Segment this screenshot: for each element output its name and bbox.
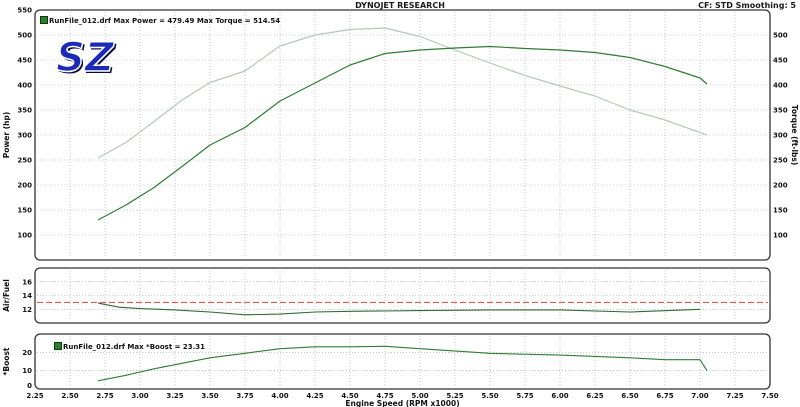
power-tick-label: 200 [17,182,32,190]
x-tick-label: 3.00 [131,392,148,400]
airfuel-tick-label: 16 [22,278,32,286]
power-tick-label: 350 [17,107,32,115]
legend-power-torque-text: RunFile_012.drf Max Power = 479.49 Max T… [49,17,281,25]
legend-power-torque: RunFile_012.drf Max Power = 479.49 Max T… [40,16,280,25]
x-tick-label: 3.75 [236,392,253,400]
torque-tick-label: 200 [773,182,788,190]
torque-tick-label: 150 [773,207,788,215]
boost-tick-label: 10 [22,367,32,375]
chart-panels [34,9,771,390]
x-tick-label: 7.50 [761,392,778,400]
power-tick-label: 250 [17,157,32,165]
torque-tick-label: 500 [773,32,788,40]
torque-tick-label: 400 [773,82,788,90]
axis-label-boost: *Boost [2,347,11,375]
x-tick-label: 3.25 [166,392,183,400]
x-tick-label: 2.75 [96,392,113,400]
power-tick-label: 500 [17,32,32,40]
axis-label-torque: Torque (ft-lbs) [790,105,799,166]
legend-swatch [40,16,48,24]
legend-boost-text: RunFile_012.drf Max *Boost = 23.31 [63,343,206,351]
x-tick-label: 6.75 [656,392,673,400]
power-tick-label: 100 [17,232,32,240]
x-tick-label: 7.25 [726,392,743,400]
boost-tick-label: 0 [27,382,32,390]
boost-tick-label: 20 [22,349,32,357]
power-tick-label: 300 [17,132,32,140]
chart-header-title: DYNOJET RESEARCH [355,1,445,10]
axis-label-power: Power (hp) [2,112,11,159]
torque-tick-label: 450 [773,57,788,65]
x-tick-label: 6.25 [586,392,603,400]
x-tick-label: 5.75 [516,392,533,400]
x-tick-label: 4.00 [271,392,288,400]
airfuel-tick-label: 12 [22,306,32,314]
power-tick-label: 450 [17,57,32,65]
x-tick-label: 6.50 [621,392,638,400]
power-tick-label: 400 [17,82,32,90]
x-tick-label: 5.50 [481,392,498,400]
x-tick-label: 2.25 [26,392,43,400]
axis-label-airfuel: Air/Fuel [2,279,11,312]
axis-label-engine-speed: Engine Speed (RPM x1000) [345,399,459,407]
x-tick-label: 7.00 [691,392,708,400]
chart-header-settings: CF: STD Smoothing: 5 [698,1,796,10]
airfuel-tick-label: 14 [22,292,32,300]
x-tick-label: 2.50 [61,392,78,400]
sz-logo-text: SZ [56,40,115,76]
torque-tick-label: 250 [773,157,788,165]
power-tick-label: 150 [17,207,32,215]
legend-boost: RunFile_012.drf Max *Boost = 23.31 [54,342,205,351]
torque-tick-label: 300 [773,132,788,140]
x-tick-label: 4.25 [306,392,323,400]
sz-logo: SZ SZ [55,40,117,76]
torque-tick-label: 350 [773,107,788,115]
legend-swatch [54,342,62,350]
torque-tick-label: 100 [773,232,788,240]
x-tick-label: 3.50 [201,392,218,400]
x-tick-label: 6.00 [551,392,568,400]
